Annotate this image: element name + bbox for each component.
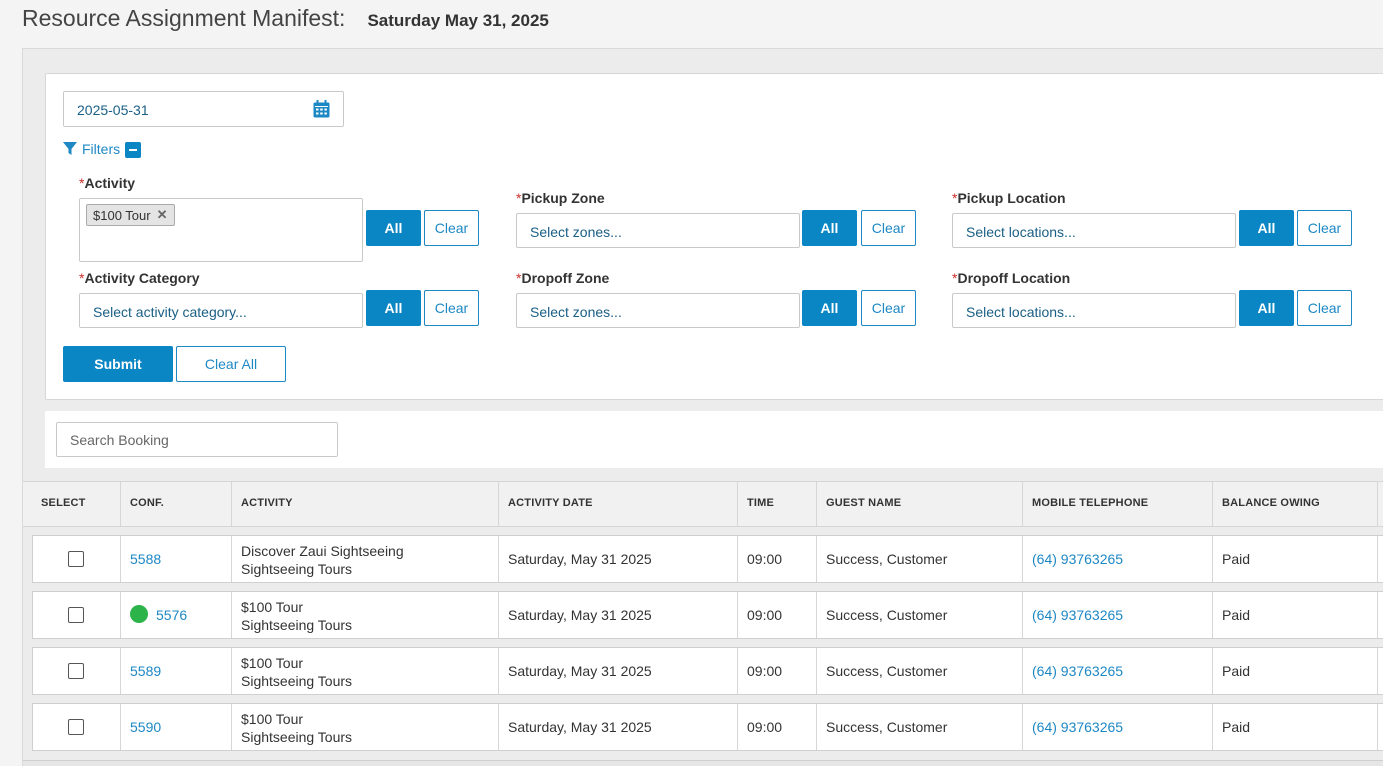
filters-label: Filters: [82, 141, 121, 157]
balance-cell: Paid: [1222, 551, 1251, 567]
balance-cell: Paid: [1222, 607, 1251, 623]
guest-name-cell: Success, Customer: [826, 551, 948, 567]
pickup-location-label: *Pickup Location: [952, 190, 1066, 206]
phone-link[interactable]: (64) 93763265: [1032, 607, 1123, 623]
activity-cell: $100 Tour Sightseeing Tours: [241, 599, 353, 633]
phone-link[interactable]: (64) 93763265: [1032, 551, 1123, 567]
dropoff-zone-select[interactable]: Select zones...: [516, 293, 800, 328]
column-header-select[interactable]: SELECT: [23, 482, 121, 526]
column-header-guest-name[interactable]: GUEST NAME: [817, 482, 1023, 526]
phone-link[interactable]: (64) 93763265: [1032, 663, 1123, 679]
table-row: 5590 $100 Tour Sightseeing Tours Saturday…: [32, 703, 1383, 751]
pickup-zone-select[interactable]: Select zones...: [516, 213, 800, 248]
activity-label: *Activity: [79, 175, 136, 191]
pickup-zone-label: *Pickup Zone: [516, 190, 605, 206]
table-footer-edge: [23, 760, 1383, 766]
activity-clear-button[interactable]: Clear: [424, 210, 479, 246]
pickup-zone-all-button[interactable]: All: [802, 210, 857, 246]
activity-select[interactable]: $100 Tour ✕: [79, 198, 363, 262]
row-select-checkbox[interactable]: [68, 607, 84, 623]
dropoff-location-label: *Dropoff Location: [952, 270, 1071, 286]
remove-chip-icon[interactable]: ✕: [157, 207, 168, 223]
pickup-location-all-button[interactable]: All: [1239, 210, 1294, 246]
activity-chip: $100 Tour ✕: [86, 204, 175, 226]
dropoff-zone-clear-button[interactable]: Clear: [861, 290, 916, 326]
page-title: Resource Assignment Manifest: Saturday M…: [22, 5, 549, 35]
manifest-date: Saturday May 31, 2025: [367, 11, 549, 30]
dropoff-location-all-button[interactable]: All: [1239, 290, 1294, 326]
conf-link[interactable]: 5588: [130, 551, 161, 567]
status-dot-icon: [130, 605, 148, 623]
table-row: 5576 $100 Tour Sightseeing Tours Saturday…: [32, 591, 1383, 639]
clear-all-button[interactable]: Clear All: [176, 346, 286, 382]
phone-link[interactable]: (64) 93763265: [1032, 719, 1123, 735]
row-select-checkbox[interactable]: [68, 719, 84, 735]
table-row: 5589 $100 Tour Sightseeing Tours Saturday…: [32, 647, 1383, 695]
activity-category-label: *Activity Category: [79, 270, 200, 286]
conf-link[interactable]: 5576: [156, 607, 187, 623]
conf-link[interactable]: 5589: [130, 663, 161, 679]
filters-toggle[interactable]: Filters: [63, 141, 120, 157]
guest-name-cell: Success, Customer: [826, 663, 948, 679]
balance-cell: Paid: [1222, 663, 1251, 679]
filter-icon: [63, 142, 77, 155]
activity-category-all-button[interactable]: All: [366, 290, 421, 326]
pickup-location-clear-button[interactable]: Clear: [1297, 210, 1352, 246]
dropoff-location-clear-button[interactable]: Clear: [1297, 290, 1352, 326]
column-header-activity[interactable]: ACTIVITY: [232, 482, 499, 526]
column-header-mobile-telephone[interactable]: MOBILE TELEPHONE: [1023, 482, 1213, 526]
time-cell: 09:00: [747, 551, 783, 567]
activity-cell: $100 Tour Sightseeing Tours: [241, 655, 353, 689]
activity-category-select[interactable]: Select activity category...: [79, 293, 363, 328]
activity-category-clear-button[interactable]: Clear: [424, 290, 479, 326]
pickup-zone-clear-button[interactable]: Clear: [861, 210, 916, 246]
column-header-conf[interactable]: CONF.: [121, 482, 232, 526]
activity-date-cell: Saturday, May 31 2025: [508, 607, 652, 623]
balance-cell: Paid: [1222, 719, 1251, 735]
dropoff-zone-label: *Dropoff Zone: [516, 270, 610, 286]
time-cell: 09:00: [747, 663, 783, 679]
collapse-filters-icon[interactable]: [125, 142, 141, 158]
page-title-text: Resource Assignment Manifest:: [22, 5, 346, 31]
activity-cell: $100 Tour Sightseeing Tours: [241, 711, 353, 745]
date-picker-input[interactable]: 2025-05-31: [63, 91, 344, 127]
conf-link[interactable]: 5590: [130, 719, 161, 735]
column-header-balance-owing[interactable]: BALANCE OWING: [1213, 482, 1378, 526]
row-select-checkbox[interactable]: [68, 663, 84, 679]
column-header-time[interactable]: TIME: [738, 482, 817, 526]
activity-date-cell: Saturday, May 31 2025: [508, 551, 652, 567]
calendar-icon[interactable]: [313, 100, 330, 118]
date-value: 2025-05-31: [77, 102, 149, 118]
pickup-location-select[interactable]: Select locations...: [952, 213, 1236, 248]
dropoff-zone-all-button[interactable]: All: [802, 290, 857, 326]
time-cell: 09:00: [747, 719, 783, 735]
search-booking-input[interactable]: Search Booking: [56, 422, 338, 457]
table-header: SELECT CONF. ACTIVITY ACTIVITY DATE TIME…: [23, 481, 1383, 527]
activity-date-cell: Saturday, May 31 2025: [508, 663, 652, 679]
guest-name-cell: Success, Customer: [826, 607, 948, 623]
activity-cell: Discover Zaui Sightseeing Sightseeing Tou…: [241, 543, 404, 577]
dropoff-location-select[interactable]: Select locations...: [952, 293, 1236, 328]
activity-all-button[interactable]: All: [366, 210, 421, 246]
table-row: 5588 Discover Zaui Sightseeing Sightseein…: [32, 535, 1383, 583]
column-header-activity-date[interactable]: ACTIVITY DATE: [499, 482, 738, 526]
time-cell: 09:00: [747, 607, 783, 623]
activity-date-cell: Saturday, May 31 2025: [508, 719, 652, 735]
submit-button[interactable]: Submit: [63, 346, 173, 382]
guest-name-cell: Success, Customer: [826, 719, 948, 735]
row-select-checkbox[interactable]: [68, 551, 84, 567]
